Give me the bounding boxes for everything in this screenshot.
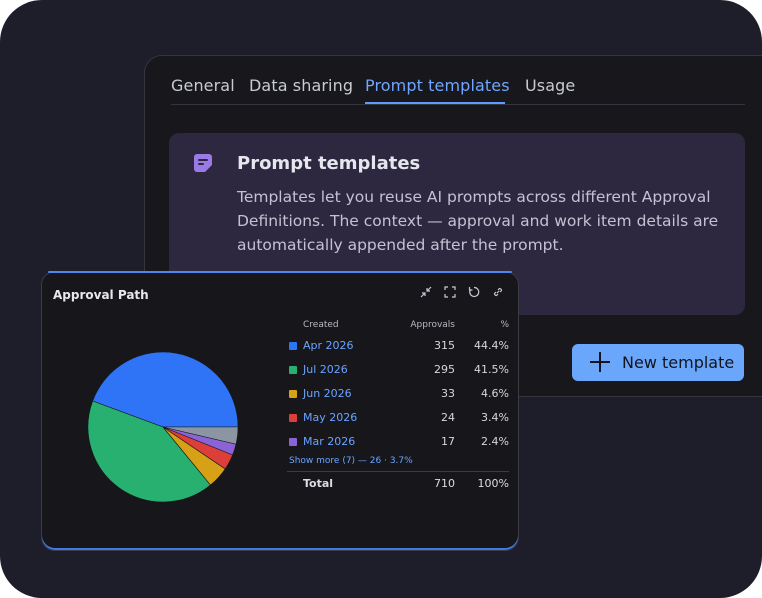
new-template-button[interactable]: New template (572, 344, 744, 381)
legend-swatch (289, 438, 297, 446)
info-title: Prompt templates (237, 153, 421, 174)
active-tab-indicator (365, 102, 505, 104)
row-label[interactable]: Jul 2026 (303, 363, 348, 376)
row-label[interactable]: May 2026 (303, 411, 357, 424)
widget-title: Approval Path (53, 288, 149, 302)
total-pct: 100% (477, 477, 509, 490)
approval-pie-chart (87, 351, 239, 503)
new-template-label: New template (622, 353, 735, 372)
row-approvals: 295 (434, 363, 455, 376)
col-header-approvals: Approvals (410, 320, 455, 330)
table-row: May 2026 24 3.4% (287, 411, 509, 427)
table-row: Jun 2026 33 4.6% (287, 387, 509, 403)
tab-prompt-templates[interactable]: Prompt templates (365, 76, 510, 95)
link-icon[interactable] (492, 286, 504, 298)
row-pct: 4.6% (481, 387, 509, 400)
plus-icon (590, 352, 610, 372)
settings-tabs: General Data sharing Prompt templates Us… (171, 74, 745, 105)
approval-path-widget: Approval Path Created Approvals % Apr 20… (41, 271, 519, 551)
row-approvals: 315 (434, 339, 455, 352)
row-label[interactable]: Jun 2026 (303, 387, 352, 400)
info-description: Templates let you reuse AI prompts acros… (237, 188, 719, 254)
table-row: Jul 2026 295 41.5% (287, 363, 509, 379)
col-header-pct: % (500, 320, 509, 330)
row-label[interactable]: Mar 2026 (303, 435, 355, 448)
refresh-icon[interactable] (468, 286, 480, 298)
row-pct: 2.4% (481, 435, 509, 448)
total-approvals: 710 (434, 477, 455, 490)
row-pct: 41.5% (474, 363, 509, 376)
total-row: Total 710 100% (287, 477, 509, 493)
legend-swatch (289, 390, 297, 398)
row-pct: 3.4% (481, 411, 509, 424)
screenshot-canvas: General Data sharing Prompt templates Us… (0, 0, 762, 598)
expand-icon[interactable] (444, 286, 456, 298)
tab-general[interactable]: General (171, 76, 235, 95)
row-approvals: 24 (441, 411, 455, 424)
row-label[interactable]: Apr 2026 (303, 339, 354, 352)
widget-accent-line (48, 271, 512, 273)
table-row: Mar 2026 17 2.4% (287, 435, 509, 451)
note-icon (194, 154, 212, 172)
show-more-link[interactable]: Show more (7) — 26 · 3.7% (289, 456, 413, 466)
col-header-created: Created (303, 320, 339, 330)
tab-usage[interactable]: Usage (525, 76, 575, 95)
tab-data-sharing[interactable]: Data sharing (249, 76, 353, 95)
row-pct: 44.4% (474, 339, 509, 352)
table-row: Apr 2026 315 44.4% (287, 339, 509, 355)
widget-toolbar (420, 286, 504, 298)
row-approvals: 17 (441, 435, 455, 448)
row-approvals: 33 (441, 387, 455, 400)
legend-swatch (289, 366, 297, 374)
legend-swatch (289, 414, 297, 422)
legend-swatch (289, 342, 297, 350)
table-divider (287, 471, 509, 472)
collapse-icon[interactable] (420, 286, 432, 298)
total-label: Total (303, 477, 334, 490)
